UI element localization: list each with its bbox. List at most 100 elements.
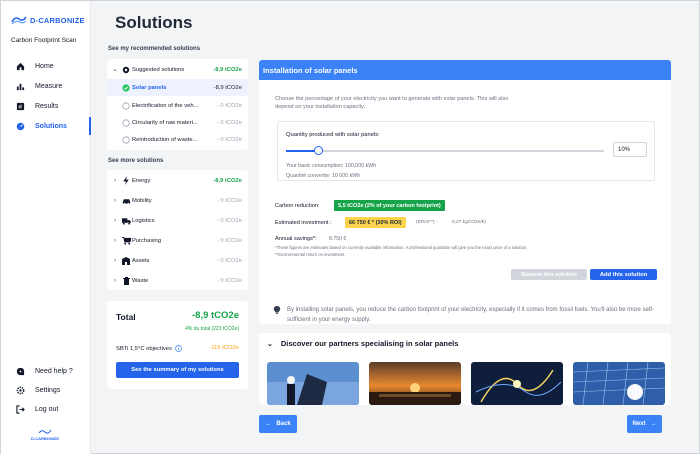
nav-item-results[interactable]: Results bbox=[1, 96, 91, 116]
partner-image-2[interactable] bbox=[369, 362, 461, 405]
percentage-slider[interactable] bbox=[286, 146, 604, 155]
next-label: Next bbox=[632, 421, 646, 427]
suggested-group-row[interactable]: ⌄ Suggested solutions -8,9 tCO2e bbox=[107, 61, 248, 78]
partner-image-1[interactable] bbox=[267, 362, 359, 405]
nav-label: Results bbox=[35, 102, 59, 110]
info-icon[interactable] bbox=[175, 345, 182, 352]
lightning-icon bbox=[120, 176, 132, 185]
category-value: - 0 tCO2e bbox=[216, 237, 242, 244]
solution-value: - 0 tCO2e bbox=[216, 102, 242, 109]
more-section-label: See more solutions bbox=[108, 158, 164, 164]
savings-label: Annual savings*: bbox=[275, 236, 317, 242]
chevron-right-icon: › bbox=[114, 277, 116, 284]
nav-item-logout[interactable]: Log out bbox=[1, 399, 91, 419]
solution-item-circularity[interactable]: Circularity of raw materi... - 0 tCO2e bbox=[107, 114, 248, 131]
bar-chart-icon bbox=[16, 83, 25, 90]
nav-item-solutions[interactable]: Solutions bbox=[1, 116, 91, 136]
partner-image-4[interactable] bbox=[573, 362, 665, 405]
arrow-left-icon: ← bbox=[265, 421, 272, 427]
basic-consumption: Your basic consumption: 100,000 kWh bbox=[286, 163, 377, 169]
back-button[interactable]: ← Back bbox=[259, 415, 297, 433]
savings-value: 8.750 € bbox=[329, 236, 347, 242]
category-label: Logistics bbox=[132, 217, 155, 224]
empty-circle-icon bbox=[120, 101, 132, 110]
home-icon bbox=[16, 62, 25, 70]
more-solutions-card: › Energy -8,9 tCO2e › Mobility - 0 tCO2e… bbox=[107, 170, 248, 290]
nav-item-help[interactable]: Need help ? bbox=[1, 361, 91, 381]
estimate-note: *These figures are estimates based on cu… bbox=[275, 245, 528, 250]
solution-label: Reintroduction of waste... bbox=[132, 136, 198, 143]
chevron-right-icon: › bbox=[114, 257, 116, 264]
nav-item-measure[interactable]: Measure bbox=[1, 76, 91, 96]
group-value: -8,9 tCO2e bbox=[213, 66, 242, 73]
gear-badge-icon bbox=[120, 65, 132, 74]
category-value: - 0 tCO2e bbox=[216, 197, 242, 204]
add-solution-button[interactable]: Add this solution bbox=[590, 269, 657, 280]
cart-icon bbox=[120, 236, 132, 245]
solution-label: Electrification of the veh... bbox=[132, 102, 199, 109]
brand-logo[interactable]: D-CARBONIZE bbox=[11, 14, 85, 26]
solution-label: Circularity of raw materi... bbox=[132, 119, 198, 126]
solution-item-solar-panels[interactable]: Solar panels -8,9 tCO2e bbox=[107, 79, 248, 96]
sbti-text: SBTi 1,5°C objectives bbox=[116, 345, 172, 352]
sunset-panels-image bbox=[369, 362, 461, 405]
panel-engineer-image bbox=[573, 362, 665, 405]
converted-quantity: Quantité convertie: 10 000 kWh bbox=[286, 173, 361, 179]
category-value: - 0 tCO2e bbox=[216, 257, 242, 264]
investment-badge: 66 750 € * (30% ROI) bbox=[345, 217, 406, 228]
gauge-icon bbox=[16, 122, 25, 130]
category-label: Mobility bbox=[132, 197, 152, 204]
category-purchasing[interactable]: › Purchasing - 0 tCO2e bbox=[107, 232, 248, 249]
sidebar: D-CARBONIZE Carbon Footprint Scan Home M… bbox=[1, 1, 91, 454]
info-message: By installing solar panels, you reduce t… bbox=[273, 305, 673, 325]
category-label: Assets bbox=[132, 257, 150, 264]
footer-logo: D-CARBONIZE bbox=[31, 429, 59, 441]
category-mobility[interactable]: › Mobility - 0 tCO2e bbox=[107, 192, 248, 209]
results-icon bbox=[16, 102, 25, 110]
total-value: -8,9 tCO2e bbox=[192, 310, 239, 321]
category-waste[interactable]: › Waste - 0 tCO2e bbox=[107, 272, 248, 289]
chevron-right-icon: › bbox=[114, 217, 116, 224]
nav-label: Settings bbox=[35, 386, 61, 394]
empty-circle-icon bbox=[120, 118, 132, 127]
page-title: Solutions bbox=[115, 13, 193, 32]
partners-section: ⌄ Discover our partners specialising in … bbox=[259, 333, 671, 405]
logout-icon bbox=[16, 404, 25, 414]
chevron-right-icon: › bbox=[114, 177, 116, 184]
nav-label: Log out bbox=[35, 405, 59, 413]
solution-item-reintroduction[interactable]: Reintroduction of waste... - 0 tCO2e bbox=[107, 131, 248, 148]
slider-thumb[interactable] bbox=[313, 146, 323, 155]
solution-label: Solar panels bbox=[132, 84, 167, 91]
nav-item-settings[interactable]: Settings bbox=[1, 380, 91, 400]
partner-image-3[interactable] bbox=[471, 362, 563, 405]
category-value: - 0 tCO2e bbox=[216, 217, 242, 224]
nav-item-home[interactable]: Home bbox=[1, 56, 91, 76]
next-button[interactable]: Next → bbox=[627, 415, 662, 433]
partners-toggle[interactable]: ⌄ Discover our partners specialising in … bbox=[267, 339, 458, 348]
partners-title: Discover our partners specialising in so… bbox=[280, 339, 459, 348]
carbon-reduction-label: Carbon reduction: bbox=[275, 203, 320, 209]
nav-label: Need help ? bbox=[35, 367, 73, 375]
chevron-right-icon: › bbox=[114, 237, 116, 244]
back-label: Back bbox=[276, 421, 291, 427]
lightbulb-icon bbox=[273, 306, 281, 314]
eroi-value: 0,27 kgCO2e/€) bbox=[452, 220, 486, 225]
panel-description: Choose the percentage of your electricit… bbox=[275, 96, 509, 110]
category-logistics[interactable]: › Logistics - 0 tCO2e bbox=[107, 212, 248, 229]
eroi-label: (EROI**) : bbox=[416, 220, 438, 225]
info-text: By installing solar panels, you reduce t… bbox=[287, 307, 654, 323]
percentage-input[interactable]: 10% bbox=[613, 142, 647, 157]
solution-value: -8,9 tCO2e bbox=[213, 84, 242, 91]
quantity-label: Quantity produced with solar panels: bbox=[286, 132, 380, 138]
chevron-down-icon: ⌄ bbox=[267, 340, 273, 348]
category-label: Waste bbox=[132, 277, 149, 284]
summary-button[interactable]: See the summary of my solutions bbox=[116, 362, 239, 378]
truck-icon bbox=[120, 216, 132, 225]
recommended-section-label: See my recommended solutions bbox=[108, 46, 201, 52]
remove-solution-button[interactable]: Remove this solution bbox=[511, 269, 587, 280]
solution-value: - 0 tCO2e bbox=[216, 136, 242, 143]
solution-item-electrification[interactable]: Electrification of the veh... - 0 tCO2e bbox=[107, 97, 248, 114]
car-icon bbox=[120, 196, 132, 205]
category-energy[interactable]: › Energy -8,9 tCO2e bbox=[107, 172, 248, 189]
category-assets[interactable]: › Assets - 0 tCO2e bbox=[107, 252, 248, 269]
